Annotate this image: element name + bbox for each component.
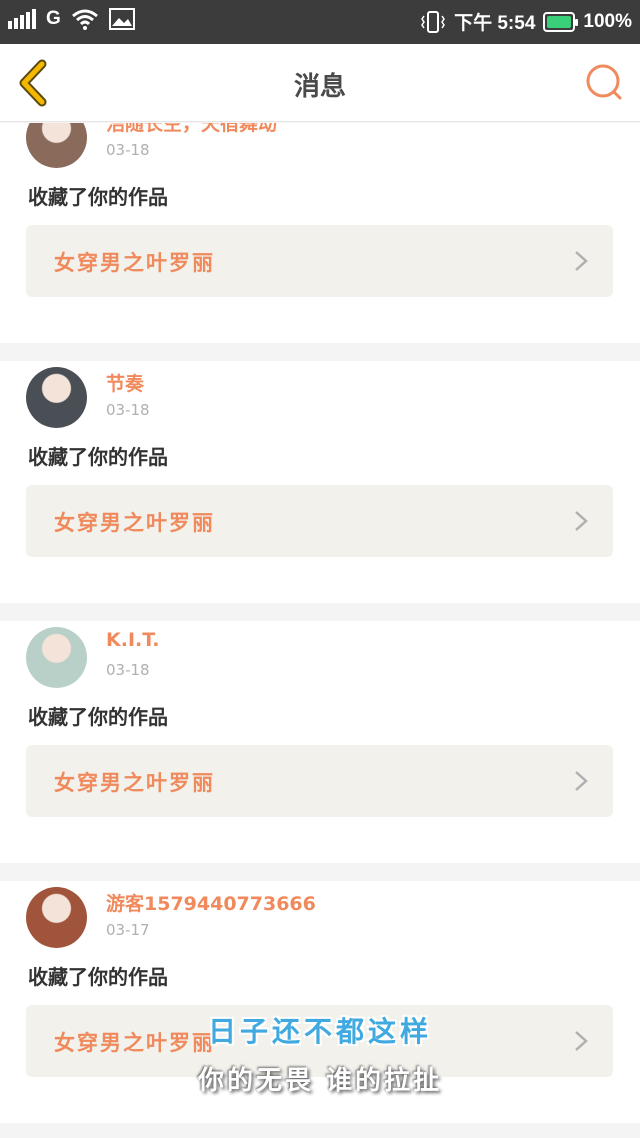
message-card: K.I.T. 03-18 收藏了你的作品 女穿男之叶罗丽 xyxy=(0,621,640,863)
username[interactable]: 节奏 xyxy=(106,369,144,396)
avatar[interactable] xyxy=(26,627,87,688)
avatar[interactable] xyxy=(26,887,87,948)
chevron-right-icon xyxy=(575,511,588,531)
signal-icon xyxy=(8,9,36,29)
work-title: 女穿男之叶罗丽 xyxy=(54,511,215,535)
status-bar: G 下午 5:54 100% xyxy=(0,0,640,44)
search-icon xyxy=(586,64,622,100)
message-date: 03-17 xyxy=(106,921,150,939)
wifi-icon xyxy=(71,9,98,30)
avatar[interactable] xyxy=(26,123,87,168)
page-title: 消息 xyxy=(293,72,346,102)
carrier-label: G xyxy=(46,8,61,29)
action-text: 收藏了你的作品 xyxy=(28,705,168,729)
message-card: 节奏 03-18 收藏了你的作品 女穿男之叶罗丽 xyxy=(0,361,640,603)
username[interactable]: K.I.T. xyxy=(106,629,160,651)
message-date: 03-18 xyxy=(106,141,150,159)
image-icon xyxy=(108,8,135,30)
chevron-right-icon xyxy=(575,251,588,271)
subtitle-line-2: 你的无畏 谁的拉扯 xyxy=(197,1066,443,1096)
battery-percent: 100% xyxy=(583,10,632,32)
action-text: 收藏了你的作品 xyxy=(28,965,168,989)
action-text: 收藏了你的作品 xyxy=(28,185,168,209)
message-date: 03-18 xyxy=(106,401,150,419)
work-title: 女穿男之叶罗丽 xyxy=(54,771,215,795)
message-card: 浩随长空，天宿舞动 03-18 收藏了你的作品 女穿男之叶罗丽 xyxy=(0,123,640,343)
message-list[interactable]: 浩随长空，天宿舞动 03-18 收藏了你的作品 女穿男之叶罗丽 节奏 03-18… xyxy=(0,123,640,1138)
header-bar: 消息 xyxy=(0,44,640,122)
avatar[interactable] xyxy=(26,367,87,428)
username[interactable]: 浩随长空，天宿舞动 xyxy=(106,123,277,136)
work-link[interactable]: 女穿男之叶罗丽 xyxy=(26,485,613,557)
subtitle-line-1: 日子还不都这样 xyxy=(207,1015,432,1048)
work-title: 女穿男之叶罗丽 xyxy=(54,251,215,275)
message-date: 03-18 xyxy=(106,661,150,679)
search-button[interactable] xyxy=(584,62,624,102)
work-link[interactable]: 女穿男之叶罗丽 xyxy=(26,745,613,817)
vibrate-icon xyxy=(421,10,445,33)
clock: 下午 5:54 xyxy=(454,13,536,34)
work-link[interactable]: 女穿男之叶罗丽 xyxy=(26,225,613,297)
username[interactable]: 游客1579440773666 xyxy=(106,889,316,916)
chevron-right-icon xyxy=(575,771,588,791)
action-text: 收藏了你的作品 xyxy=(28,445,168,469)
battery-icon xyxy=(543,11,579,32)
